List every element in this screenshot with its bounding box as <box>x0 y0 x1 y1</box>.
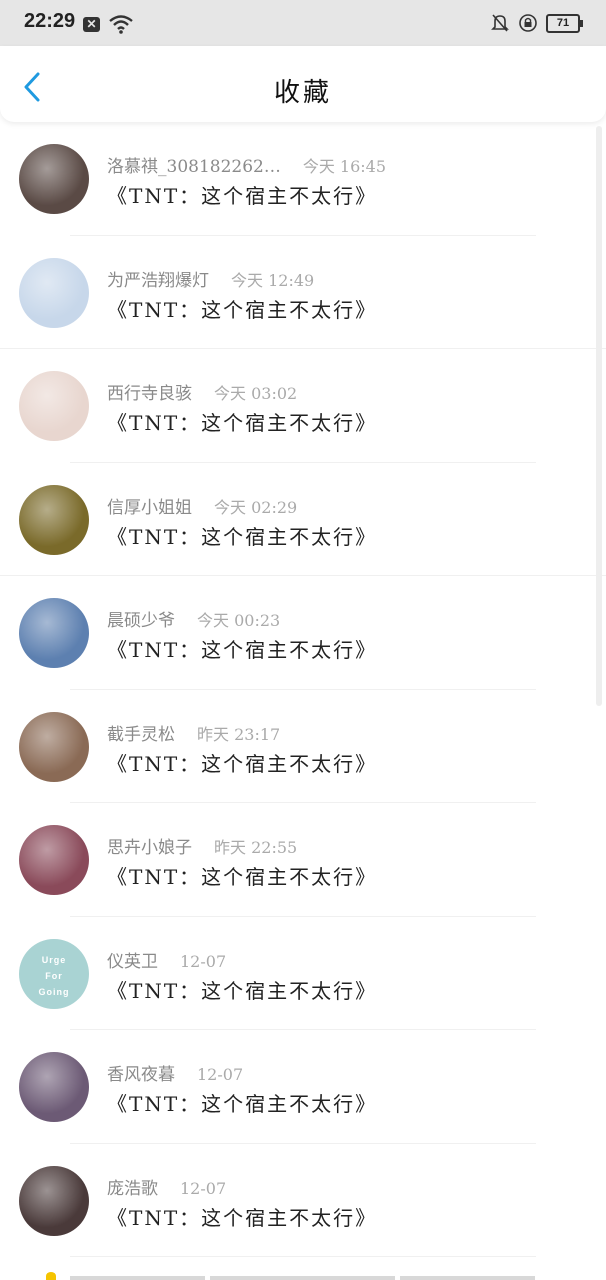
item-meta: 仪英卫 12-07 <box>107 947 226 972</box>
avatar[interactable] <box>19 1165 89 1236</box>
wifi-icon <box>109 15 133 34</box>
avatar[interactable] <box>19 371 89 441</box>
bottom-bar-segment <box>400 1276 535 1280</box>
book-title[interactable]: 《TNT：这个宿主不太行》 <box>107 180 377 209</box>
username[interactable]: 晨硕少爷 <box>107 611 175 631</box>
avatar[interactable] <box>19 1052 89 1122</box>
avatar[interactable] <box>19 257 89 328</box>
book-title[interactable]: 《TNT：这个宿主不太行》 <box>107 1088 377 1117</box>
timestamp: 昨天 22:55 <box>214 838 298 857</box>
timestamp: 今天 02:29 <box>214 497 298 517</box>
book-title[interactable]: 《TNT：这个宿主不太行》 <box>107 861 377 890</box>
page-title: 收藏 <box>273 78 332 108</box>
bottom-bar-segment <box>70 1276 205 1280</box>
avatar[interactable] <box>19 825 89 895</box>
timestamp: 今天 12:49 <box>231 270 315 290</box>
status-time: 22:29 <box>24 10 76 32</box>
avatar-text: Urge <box>41 954 67 965</box>
item-meta: 庞浩歌 12-07 <box>107 1174 226 1199</box>
timestamp: 今天 16:45 <box>302 157 387 176</box>
username[interactable]: 仪英卫 <box>107 952 158 972</box>
list-item[interactable]: 洛慕祺_308182262… 今天 16:45 《TNT：这个宿主不太行》 <box>0 122 606 236</box>
bottom-partial-row <box>0 1268 606 1280</box>
username[interactable]: 西行寺良骇 <box>107 384 192 404</box>
list-item[interactable]: 为严浩翔爆灯 今天 12:49 《TNT：这个宿主不太行》 <box>0 236 606 349</box>
book-title[interactable]: 《TNT：这个宿主不太行》 <box>107 521 377 550</box>
avatar[interactable] <box>19 711 89 782</box>
list-item[interactable]: 西行寺良骇 今天 03:02 《TNT：这个宿主不太行》 <box>0 349 606 463</box>
item-meta: 晨硕少爷 今天 00:23 <box>107 606 280 631</box>
item-meta: 信厚小姐姐 今天 02:29 <box>107 493 297 518</box>
list-item[interactable]: 香风夜暮 12-07 《TNT：这个宿主不太行》 <box>0 1030 606 1144</box>
timestamp: 12-07 <box>197 1065 244 1084</box>
lock-rotation-icon <box>519 14 537 32</box>
timestamp: 今天 03:02 <box>214 384 298 403</box>
avatar[interactable] <box>19 598 89 668</box>
item-meta: 思卉小娘子 昨天 22:55 <box>107 833 297 858</box>
item-meta: 截手灵松 昨天 23:17 <box>107 720 280 745</box>
avatar-text: For <box>45 970 63 981</box>
avatar[interactable] <box>19 484 89 555</box>
list-item[interactable]: 思卉小娘子 昨天 22:55 《TNT：这个宿主不太行》 <box>0 803 606 917</box>
status-icons-right: 71 <box>490 12 583 34</box>
book-title[interactable]: 《TNT：这个宿主不太行》 <box>107 294 377 323</box>
item-meta: 为严浩翔爆灯 今天 12:49 <box>107 266 314 291</box>
timestamp: 昨天 23:17 <box>197 724 281 744</box>
list-item[interactable]: 庞浩歌 12-07 《TNT：这个宿主不太行》 <box>0 1144 606 1257</box>
list-item[interactable]: 信厚小姐姐 今天 02:29 《TNT：这个宿主不太行》 <box>0 463 606 576</box>
timestamp: 12-07 <box>180 951 227 971</box>
book-title[interactable]: 《TNT：这个宿主不太行》 <box>107 634 377 663</box>
bell-muted-icon <box>491 14 509 32</box>
book-title[interactable]: 《TNT：这个宿主不太行》 <box>107 1202 377 1231</box>
list-item[interactable]: 晨硕少爷 今天 00:23 《TNT：这个宿主不太行》 <box>0 576 606 690</box>
timestamp: 12-07 <box>180 1178 227 1198</box>
notification-x-icon: ✕ <box>83 16 100 32</box>
avatar-text: Going <box>38 986 70 997</box>
username[interactable]: 洛慕祺_308182262… <box>107 157 281 177</box>
username[interactable]: 庞浩歌 <box>107 1179 158 1199</box>
item-meta: 洛慕祺_308182262… 今天 16:45 <box>107 152 386 177</box>
timestamp: 今天 00:23 <box>197 611 281 630</box>
nav-bar: 收藏 <box>0 46 606 122</box>
avatar[interactable] <box>19 144 89 214</box>
username[interactable]: 思卉小娘子 <box>107 838 192 858</box>
username[interactable]: 信厚小姐姐 <box>107 498 192 518</box>
bottom-bar-segment <box>210 1276 395 1280</box>
username[interactable]: 为严浩翔爆灯 <box>107 271 209 291</box>
star-icon <box>46 1272 56 1280</box>
avatar[interactable]: Urge For Going <box>19 938 89 1009</box>
book-title[interactable]: 《TNT：这个宿主不太行》 <box>107 748 377 777</box>
book-title[interactable]: 《TNT：这个宿主不太行》 <box>107 975 377 1004</box>
item-meta: 香风夜暮 12-07 <box>107 1060 243 1085</box>
username[interactable]: 香风夜暮 <box>107 1065 175 1085</box>
status-bar: 22:29 ✕ 71 <box>0 0 606 46</box>
battery-icon: 71 <box>546 13 583 33</box>
divider <box>70 1256 536 1257</box>
status-icons-left: ✕ <box>83 14 134 34</box>
list-item[interactable]: 截手灵松 昨天 23:17 《TNT：这个宿主不太行》 <box>0 690 606 803</box>
scrollbar[interactable] <box>596 126 602 706</box>
book-title[interactable]: 《TNT：这个宿主不太行》 <box>107 407 377 436</box>
username[interactable]: 截手灵松 <box>107 725 175 745</box>
favorites-list: 洛慕祺_308182262… 今天 16:45 《TNT：这个宿主不太行》 为严浩翔爆… <box>0 122 606 1257</box>
list-item[interactable]: Urge For Going 仪英卫 12-07 《TNT：这个宿主不太行》 <box>0 917 606 1030</box>
item-meta: 西行寺良骇 今天 03:02 <box>107 379 297 404</box>
